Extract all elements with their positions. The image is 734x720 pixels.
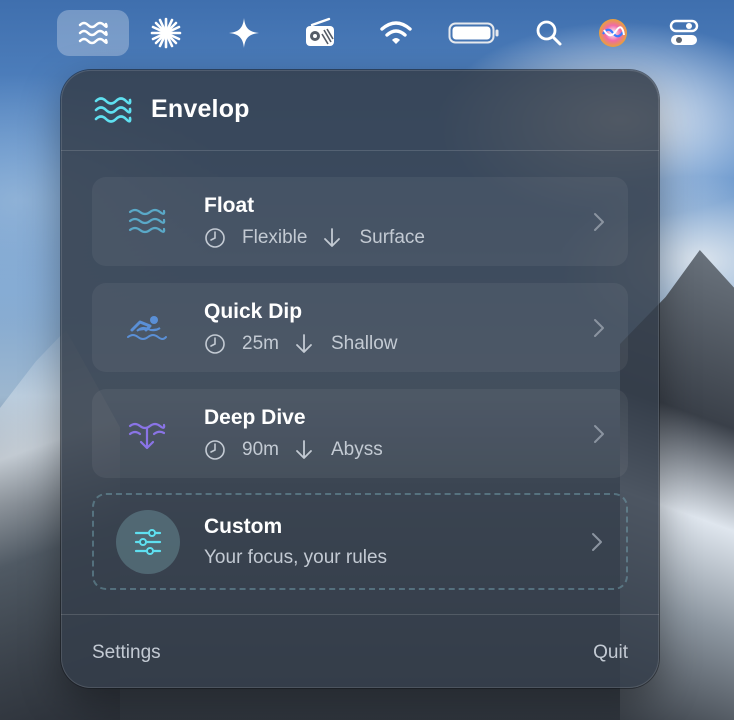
waves-icon (128, 208, 166, 234)
mode-meta: 90m Abyss (204, 438, 383, 462)
custom-icon-circle (116, 510, 180, 574)
mode-meta: Flexible Surface (204, 226, 425, 250)
panel-header: Envelop (61, 70, 659, 150)
mode-depth: Abyss (330, 439, 383, 460)
wifi-icon (380, 21, 412, 44)
chevron-right-icon (594, 213, 604, 231)
menubar-radio-icon[interactable] (284, 10, 356, 56)
panel-title: Envelop (151, 95, 250, 123)
sliders-icon (134, 529, 162, 555)
swimmer-icon (127, 316, 167, 340)
mode-title: Quick Dip (204, 300, 303, 323)
footer-divider (61, 614, 659, 615)
search-icon (536, 20, 562, 46)
menubar-envelop-waves-icon[interactable] (57, 10, 129, 56)
asterisk-burst-icon (150, 17, 182, 49)
mode-duration: 90m (242, 439, 279, 460)
mode-depth: Surface (359, 227, 425, 248)
mode-card-quick-dip[interactable]: Quick Dip 25m Shallow (92, 283, 628, 372)
menubar-search-icon[interactable] (513, 10, 585, 56)
sparkle-icon (229, 18, 259, 48)
mode-duration: Flexible (242, 227, 308, 248)
settings-button[interactable]: Settings (92, 642, 161, 664)
chevron-right-icon (594, 319, 604, 337)
waves-icon (78, 21, 108, 45)
custom-subtitle: Your focus, your rules (204, 547, 388, 568)
mode-duration: 25m (242, 333, 279, 354)
custom-title: Custom (204, 515, 283, 538)
mode-card-deep-dive[interactable]: Deep Dive 90m Abyss (92, 389, 628, 478)
menubar-control-center-icon[interactable] (648, 10, 720, 56)
arrow-down-icon (324, 228, 341, 247)
menubar-wifi-icon[interactable] (360, 10, 432, 56)
control-center-icon (669, 19, 699, 45)
quit-button[interactable]: Quit (593, 642, 628, 664)
clock-icon (205, 440, 225, 460)
arrow-down-icon (296, 334, 312, 353)
header-divider (61, 150, 659, 151)
siri-icon (599, 19, 627, 47)
battery-icon (448, 22, 499, 44)
mode-meta: 25m Shallow (204, 332, 398, 356)
chevron-right-icon (592, 533, 602, 551)
mode-card-float[interactable]: Float Flexible Surface (92, 177, 628, 266)
menubar-siri-icon[interactable] (577, 10, 649, 56)
menubar-battery-icon[interactable] (438, 10, 510, 56)
mode-card-custom[interactable]: Custom Your focus, your rules (92, 493, 628, 590)
dive-down-icon (128, 422, 166, 450)
clock-icon (205, 228, 225, 248)
chevron-right-icon (594, 425, 604, 443)
clock-icon (205, 334, 225, 354)
mode-depth: Shallow (330, 333, 398, 354)
mode-title: Float (204, 194, 255, 217)
mode-title: Deep Dive (204, 406, 306, 429)
envelop-menu-panel: Envelop Float Flexible Surface Quick Dip… (61, 70, 659, 688)
radio-icon (306, 17, 334, 46)
menubar-sparkle-icon[interactable] (208, 10, 280, 56)
arrow-down-icon (296, 440, 312, 459)
envelop-logo-waves-icon (94, 97, 132, 123)
menu-bar (0, 0, 734, 68)
menubar-asterisk-burst-icon[interactable] (130, 10, 202, 56)
